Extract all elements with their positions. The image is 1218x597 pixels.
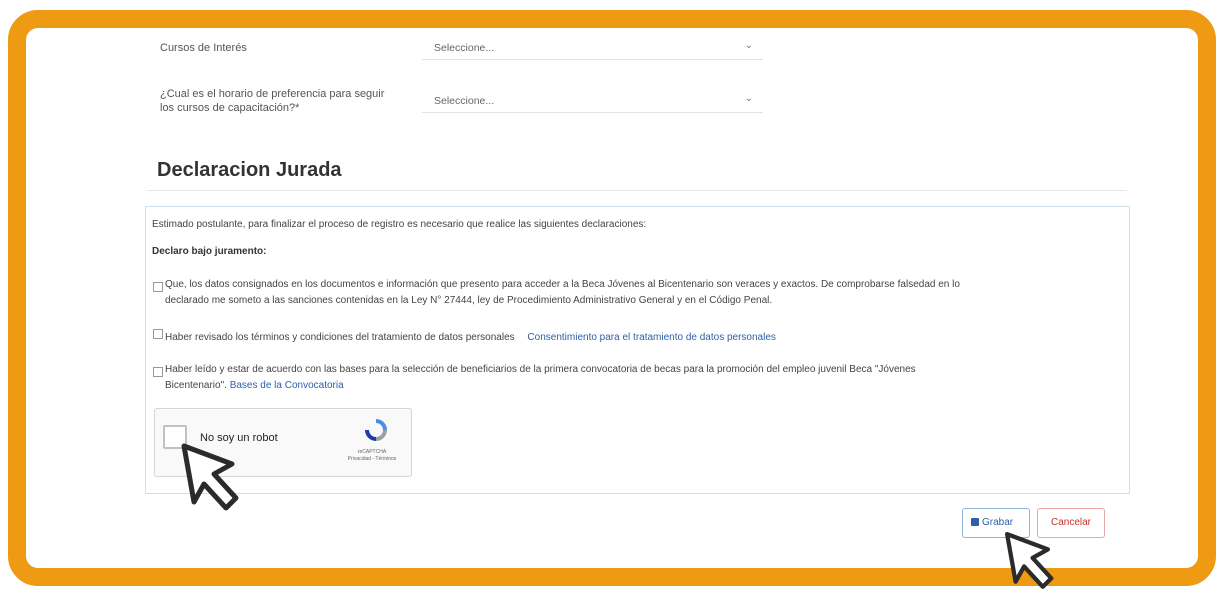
schedule-select-value: Seleccione... <box>434 95 495 107</box>
bases-link[interactable]: Bases de la Convocatoria <box>230 380 344 391</box>
recaptcha-brand: reCAPTCHA Privacidad - Términos <box>347 449 397 462</box>
courses-select[interactable]: Seleccione... ⌄ <box>422 34 763 60</box>
declaration-intro: Estimado postulante, para finalizar el p… <box>152 219 647 230</box>
courses-label: Cursos de Interés <box>160 42 247 54</box>
chevron-down-icon: ⌄ <box>744 93 753 104</box>
data-consent-link[interactable]: Consentimiento para el tratamiento de da… <box>527 332 775 343</box>
cursor-arrow-icon <box>1004 531 1054 589</box>
declaration-checkbox-1[interactable] <box>153 282 163 292</box>
sworn-statement-label: Declaro bajo juramento: <box>152 246 267 257</box>
declaration-item-2: Haber revisado los términos y condicione… <box>165 332 776 343</box>
section-title: Declaracion Jurada <box>157 159 342 181</box>
schedule-select[interactable]: Seleccione... ⌄ <box>422 87 763 113</box>
recaptcha-logo-icon <box>365 419 387 441</box>
courses-select-value: Seleccione... <box>434 42 495 54</box>
declaration-checkbox-2[interactable] <box>153 329 163 339</box>
chevron-down-icon: ⌄ <box>744 40 753 51</box>
declaration-checkbox-3[interactable] <box>153 367 163 377</box>
divider <box>147 190 1127 191</box>
declaration-item-1: Que, los datos consignados en los docume… <box>165 279 960 306</box>
floppy-disk-icon <box>971 518 979 527</box>
cursor-arrow-icon <box>181 443 239 511</box>
declaration-item-3: Haber leído y estar de acuerdo con las b… <box>165 364 916 391</box>
schedule-label: ¿Cual es el horario de preferencia para … <box>160 88 385 114</box>
